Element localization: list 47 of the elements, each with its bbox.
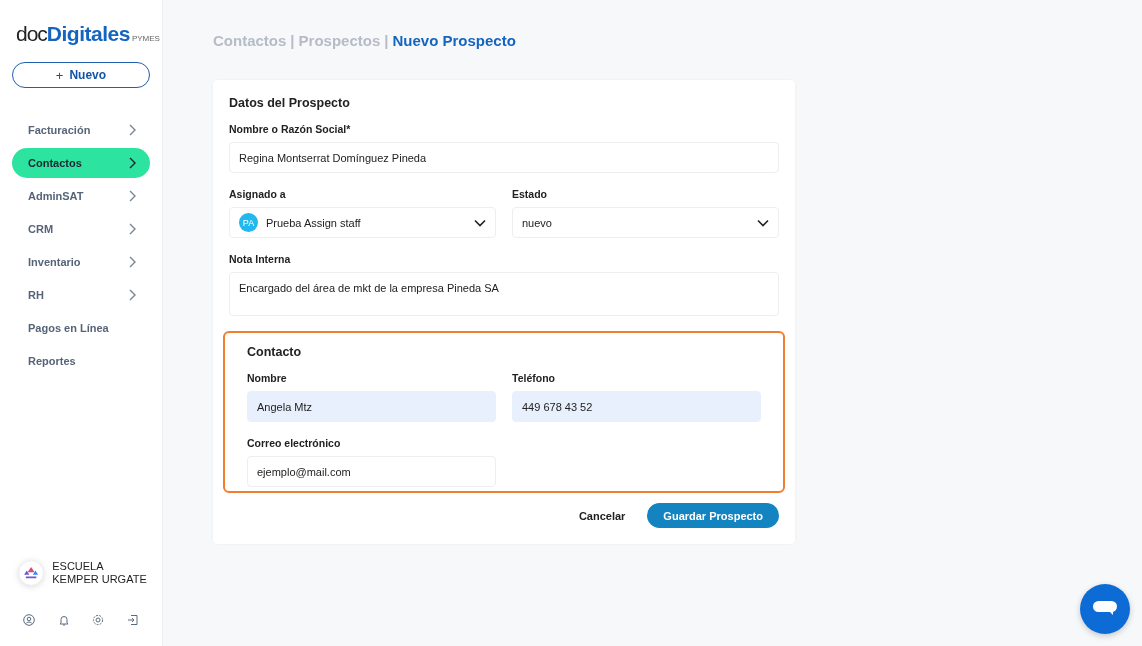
cancel-button[interactable]: Cancelar bbox=[572, 508, 632, 523]
status-dropdown[interactable]: nuevo bbox=[512, 207, 779, 238]
chevron-right-icon bbox=[128, 124, 136, 136]
chevron-right-icon bbox=[128, 157, 136, 169]
chevron-down-icon bbox=[757, 218, 769, 227]
breadcrumb-separator: | bbox=[384, 32, 389, 49]
user-profile-icon[interactable] bbox=[23, 614, 35, 626]
chevron-right-icon bbox=[128, 190, 136, 202]
chevron-right-icon bbox=[128, 289, 136, 301]
name-input[interactable]: Regina Montserrat Domínguez Pineda bbox=[229, 142, 779, 173]
notification-bell-icon[interactable] bbox=[57, 614, 70, 626]
field-label: Nota Interna bbox=[229, 253, 292, 265]
contact-input[interactable]: ejemplo@mail.com bbox=[247, 456, 496, 487]
chevron-down-icon bbox=[474, 218, 486, 227]
chevron-right-icon bbox=[128, 256, 136, 268]
nav-item[interactable]: Reportes bbox=[12, 346, 150, 376]
breadcrumb-separator: | bbox=[290, 32, 295, 49]
nav-item[interactable]: Facturación bbox=[12, 115, 150, 145]
field-label: Nombre o Razón Social* bbox=[229, 123, 352, 135]
nav-item[interactable]: CRM bbox=[12, 214, 150, 244]
logo-text: Digitales bbox=[46, 22, 130, 46]
field-label: Correo electrónico bbox=[247, 437, 342, 449]
note-textarea[interactable]: Encargado del área de mkt de la empresa Pineda SA bbox=[229, 272, 779, 316]
account-name: ESCUELA KEMPER URGATE bbox=[52, 560, 148, 586]
section-title: Datos del Prospecto bbox=[229, 96, 351, 110]
chat-button[interactable] bbox=[1080, 584, 1130, 634]
save-button[interactable]: Guardar Prospecto bbox=[647, 503, 779, 528]
organization-logo-icon bbox=[18, 558, 45, 588]
logo-text: doc bbox=[16, 22, 47, 46]
nav-item[interactable]: Pagos en Línea bbox=[12, 313, 150, 343]
section-title: Contacto bbox=[247, 345, 303, 359]
settings-icon[interactable] bbox=[92, 614, 105, 626]
field-label: Estado bbox=[512, 188, 548, 200]
chevron-right-icon bbox=[128, 223, 136, 235]
logout-icon[interactable] bbox=[126, 614, 139, 626]
nav-item[interactable]: AdminSAT bbox=[12, 181, 150, 211]
contact-input[interactable]: Angela Mtz bbox=[247, 391, 496, 422]
assignee-dropdown[interactable]: PA Prueba Assign staff bbox=[229, 207, 496, 238]
contact-input[interactable]: 449 678 43 52 bbox=[512, 391, 761, 422]
field-label: Nombre bbox=[247, 372, 288, 384]
field-label: Asignado a bbox=[229, 188, 287, 200]
nav-item[interactable]: Inventario bbox=[12, 247, 150, 277]
logo-subtext: PYMES bbox=[131, 34, 160, 43]
nav-item[interactable]: RH bbox=[12, 280, 150, 310]
field-label: Teléfono bbox=[512, 372, 556, 384]
nav-item[interactable]: Contactos bbox=[12, 148, 150, 178]
new-button[interactable]: + Nuevo bbox=[12, 62, 150, 88]
